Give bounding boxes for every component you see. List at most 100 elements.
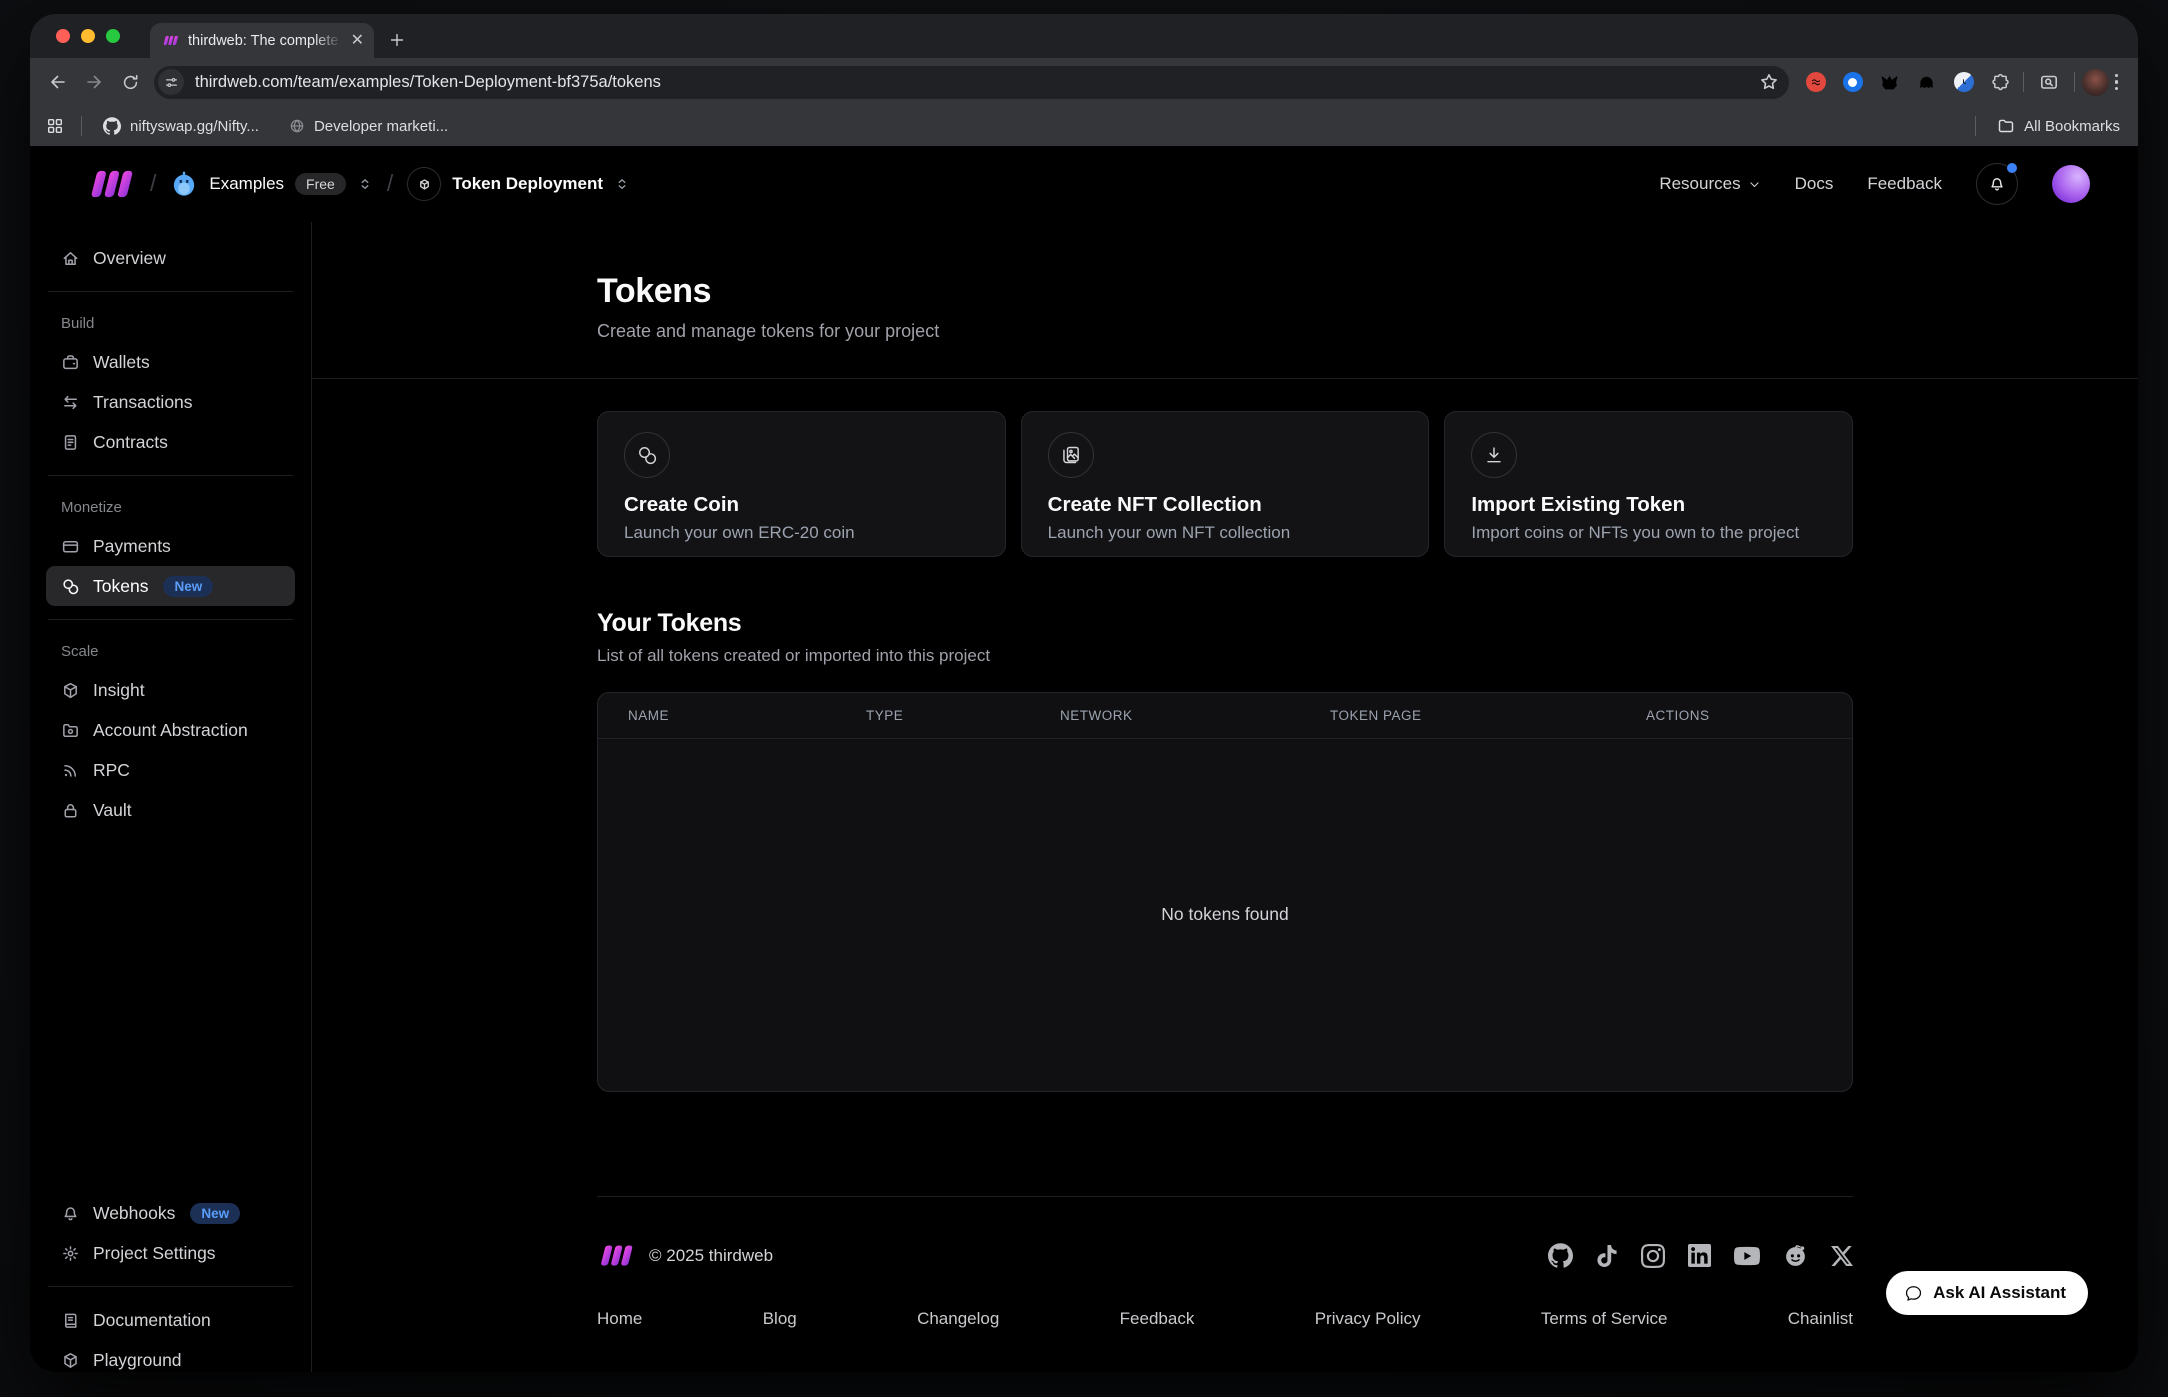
column-header-name: NAME xyxy=(598,693,836,738)
your-tokens-section: Your Tokens List of all tokens created o… xyxy=(597,609,1853,1092)
lock-icon xyxy=(61,801,80,820)
sidebar-divider xyxy=(48,291,293,292)
browser-menu-icon[interactable] xyxy=(2109,68,2125,97)
x-icon[interactable] xyxy=(1831,1245,1853,1267)
tiktok-icon[interactable] xyxy=(1596,1245,1618,1267)
table-header-row: NAME TYPE NETWORK TOKEN PAGE ACTIONS xyxy=(598,693,1852,738)
page-title: Tokens xyxy=(597,272,1853,311)
docs-link[interactable]: Docs xyxy=(1795,174,1834,194)
folder-icon xyxy=(61,721,80,740)
github-icon xyxy=(103,117,121,135)
tab-strip: thirdweb: The complete web3 ✕ xyxy=(30,14,2138,58)
site-settings-icon[interactable] xyxy=(158,69,184,95)
footer-link-changelog[interactable]: Changelog xyxy=(917,1309,999,1329)
contract-icon xyxy=(61,433,80,452)
apps-grid-icon[interactable] xyxy=(46,117,64,135)
sidebar-item-overview[interactable]: Overview xyxy=(46,238,295,278)
url-bar[interactable]: thirdweb.com/team/examples/Token-Deploym… xyxy=(154,66,1789,99)
chevron-down-icon xyxy=(1748,178,1761,191)
sidebar-item-wallets[interactable]: Wallets xyxy=(46,342,295,382)
tab-close-icon[interactable]: ✕ xyxy=(351,33,364,49)
bookmark-star-icon[interactable] xyxy=(1759,72,1779,92)
import-existing-token-card[interactable]: Import Existing Token Import coins or NF… xyxy=(1444,411,1853,557)
extension-clock-icon[interactable] xyxy=(1949,67,1979,97)
footer-link-feedback[interactable]: Feedback xyxy=(1120,1309,1195,1329)
plan-badge: Free xyxy=(295,173,346,195)
new-tab-button[interactable] xyxy=(388,31,406,52)
folder-icon xyxy=(1997,117,2015,135)
tab-search-icon[interactable] xyxy=(2031,64,2067,100)
user-avatar[interactable] xyxy=(2052,165,2090,203)
sidebar-item-playground[interactable]: Playground xyxy=(46,1340,295,1372)
ask-ai-assistant-button[interactable]: Ask AI Assistant xyxy=(1886,1271,2088,1315)
chevrons-up-down-icon[interactable] xyxy=(614,176,630,192)
project-selector[interactable]: Token Deployment xyxy=(407,167,630,201)
linkedin-icon[interactable] xyxy=(1688,1244,1711,1267)
sidebar-item-transactions[interactable]: Transactions xyxy=(46,382,295,422)
sidebar-item-webhooks[interactable]: Webhooks New xyxy=(46,1193,295,1233)
refresh-icon[interactable] xyxy=(112,64,148,100)
create-coin-card[interactable]: Create Coin Launch your own ERC-20 coin xyxy=(597,411,1006,557)
sidebar-item-project-settings[interactable]: Project Settings xyxy=(46,1233,295,1273)
sidebar-section-label: Build xyxy=(61,315,280,332)
sidebar-item-documentation[interactable]: Documentation xyxy=(46,1300,295,1340)
notification-dot xyxy=(2007,163,2017,173)
footer-links: Home Blog Changelog Feedback Privacy Pol… xyxy=(597,1309,1853,1359)
zoom-window-button[interactable] xyxy=(106,29,120,43)
sidebar-item-label: Overview xyxy=(93,248,166,269)
back-icon[interactable] xyxy=(40,64,76,100)
column-header-network: NETWORK xyxy=(1030,693,1300,738)
reddit-icon[interactable] xyxy=(1783,1243,1808,1268)
main-content: Tokens Create and manage tokens for your… xyxy=(312,222,2138,1372)
all-bookmarks-button[interactable]: All Bookmarks xyxy=(1997,117,2120,135)
instagram-icon[interactable] xyxy=(1641,1244,1665,1268)
section-subtitle: List of all tokens created or imported i… xyxy=(597,646,1853,666)
browser-profile-avatar[interactable] xyxy=(2082,69,2109,96)
sidebar-item-payments[interactable]: Payments xyxy=(46,526,295,566)
sidebar: Overview Build Wallets Transactions xyxy=(30,222,312,1372)
chevrons-up-down-icon[interactable] xyxy=(357,176,373,192)
footer-link-privacy-policy[interactable]: Privacy Policy xyxy=(1315,1309,1421,1329)
extension-blue-icon[interactable] xyxy=(1838,67,1868,97)
sidebar-item-label: Documentation xyxy=(93,1310,211,1331)
sidebar-item-contracts[interactable]: Contracts xyxy=(46,422,295,462)
extension-red-icon[interactable] xyxy=(1801,67,1831,97)
extension-ghost-icon[interactable] xyxy=(1912,67,1942,97)
extension-fox-icon[interactable] xyxy=(1875,67,1905,97)
project-name: Token Deployment xyxy=(452,174,603,194)
gear-icon xyxy=(61,1244,80,1263)
close-window-button[interactable] xyxy=(56,29,70,43)
youtube-icon[interactable] xyxy=(1734,1243,1760,1269)
notifications-button[interactable] xyxy=(1976,163,2018,205)
page-subtitle: Create and manage tokens for your projec… xyxy=(597,321,1853,342)
bookmark-item[interactable]: Developer marketi... xyxy=(289,118,448,135)
tokens-table: NAME TYPE NETWORK TOKEN PAGE ACTIONS No … xyxy=(597,692,1853,1092)
column-header-actions: ACTIONS xyxy=(1616,693,1852,738)
forward-icon[interactable] xyxy=(76,64,112,100)
browser-toolbar: thirdweb.com/team/examples/Token-Deploym… xyxy=(30,58,2138,106)
sidebar-item-vault[interactable]: Vault xyxy=(46,790,295,830)
minimize-window-button[interactable] xyxy=(81,29,95,43)
sidebar-item-account-abstraction[interactable]: Account Abstraction xyxy=(46,710,295,750)
sidebar-section-label: Scale xyxy=(61,643,280,660)
section-title: Your Tokens xyxy=(597,609,1853,638)
footer-link-blog[interactable]: Blog xyxy=(763,1309,797,1329)
create-nft-collection-card[interactable]: Create NFT Collection Launch your own NF… xyxy=(1021,411,1430,557)
footer-link-home[interactable]: Home xyxy=(597,1309,642,1329)
bookmark-item[interactable]: niftyswap.gg/Nifty... xyxy=(103,117,259,135)
feedback-link[interactable]: Feedback xyxy=(1867,174,1942,194)
sidebar-item-label: Playground xyxy=(93,1350,182,1371)
sidebar-item-tokens[interactable]: Tokens New xyxy=(46,566,295,606)
sidebar-section-label: Monetize xyxy=(61,499,280,516)
sidebar-item-insight[interactable]: Insight xyxy=(46,670,295,710)
browser-tab[interactable]: thirdweb: The complete web3 ✕ xyxy=(150,23,374,58)
sidebar-item-rpc[interactable]: RPC xyxy=(46,750,295,790)
extensions-puzzle-icon[interactable] xyxy=(1986,67,2016,97)
sidebar-item-label: RPC xyxy=(93,760,130,781)
resources-menu[interactable]: Resources xyxy=(1659,174,1760,194)
team-selector[interactable]: Examples Free xyxy=(170,170,372,198)
github-icon[interactable] xyxy=(1548,1243,1573,1268)
thirdweb-logo[interactable] xyxy=(86,169,136,199)
footer-link-chainlist[interactable]: Chainlist xyxy=(1788,1309,1853,1329)
footer-link-terms-of-service[interactable]: Terms of Service xyxy=(1541,1309,1668,1329)
